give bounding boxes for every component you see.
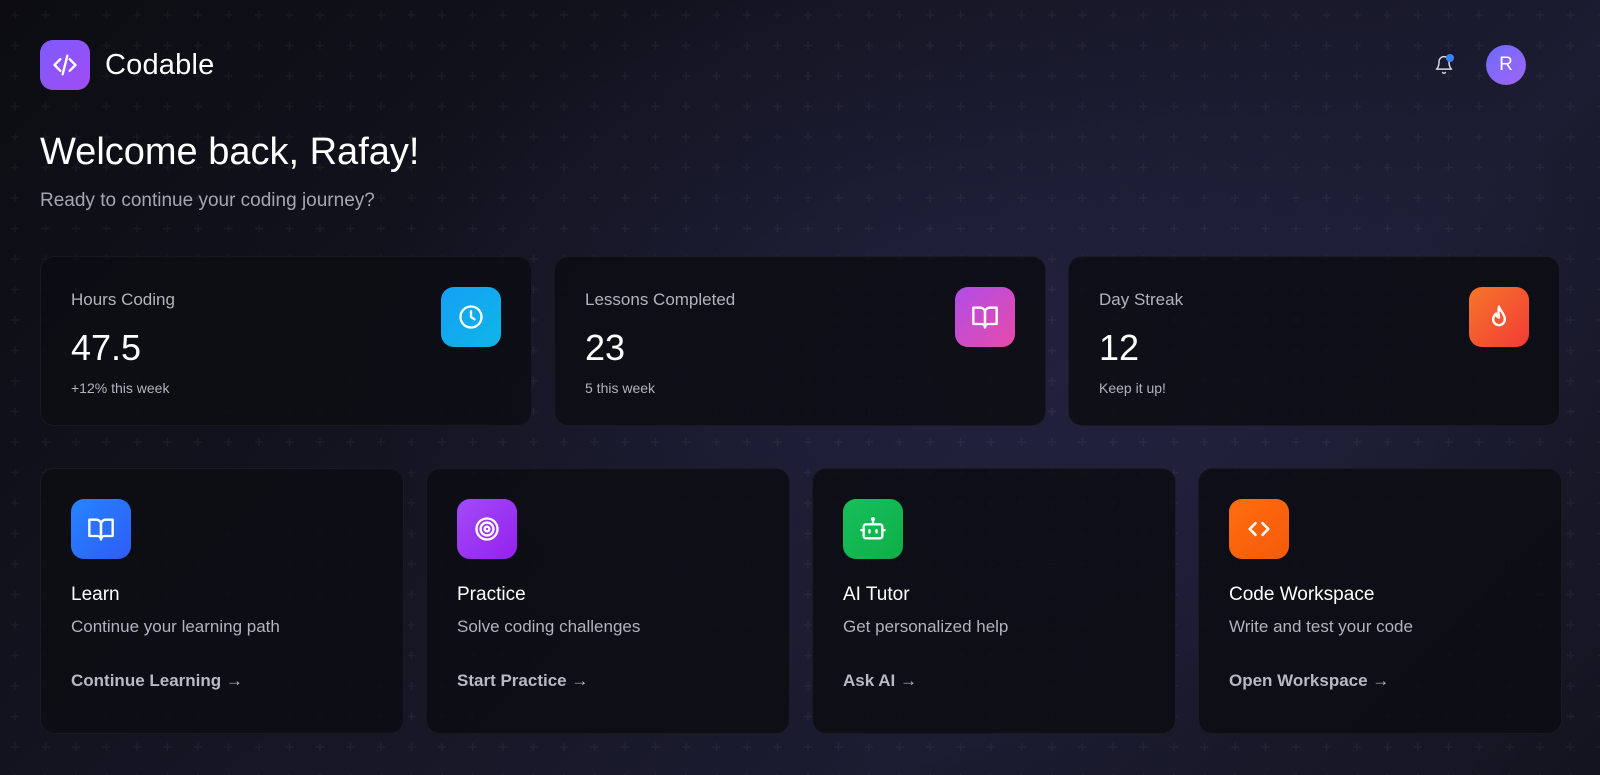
- user-avatar[interactable]: R: [1486, 45, 1526, 85]
- stat-value: 47.5: [71, 327, 142, 368]
- feature-card-ai-tutor[interactable]: AI Tutor Get personalized help Ask AI →: [812, 468, 1176, 734]
- continue-learning-link[interactable]: Continue Learning →: [71, 671, 243, 691]
- feature-title: AI Tutor: [843, 584, 910, 605]
- stat-label: Lessons Completed: [585, 290, 736, 309]
- feature-title: Code Workspace: [1229, 584, 1375, 605]
- feature-description: Solve coding challenges: [457, 617, 641, 636]
- notifications-button[interactable]: [1432, 53, 1456, 77]
- stat-card-hours: Hours Coding 47.5 +12% this week: [40, 256, 532, 426]
- feature-description: Continue your learning path: [71, 617, 280, 636]
- target-icon: [457, 499, 517, 559]
- robot-icon: [843, 499, 903, 559]
- feature-title: Practice: [457, 584, 526, 605]
- stat-label: Hours Coding: [71, 290, 175, 309]
- feature-title: Learn: [71, 584, 120, 605]
- header-actions: R: [1432, 45, 1526, 85]
- start-practice-link[interactable]: Start Practice →: [457, 671, 588, 691]
- feature-card-code-workspace[interactable]: Code Workspace Write and test your code …: [1198, 468, 1562, 734]
- stat-value: 12: [1099, 327, 1140, 368]
- avatar-initial: R: [1499, 54, 1513, 75]
- open-workspace-link[interactable]: Open Workspace →: [1229, 671, 1389, 691]
- feature-card-learn[interactable]: Learn Continue your learning path Contin…: [40, 468, 404, 734]
- stat-card-streak: Day Streak 12 Keep it up!: [1068, 256, 1560, 426]
- brand[interactable]: Codable: [40, 40, 214, 90]
- page-title: Welcome back, Rafay!: [40, 131, 420, 173]
- page-subtitle: Ready to continue your coding journey?: [40, 190, 375, 211]
- stats-row: Hours Coding 47.5 +12% this week Lessons…: [40, 256, 1560, 426]
- feature-card-practice[interactable]: Practice Solve coding challenges Start P…: [426, 468, 790, 734]
- stat-sub: 5 this week: [585, 380, 656, 396]
- notification-dot: [1446, 54, 1454, 62]
- flame-icon: [1469, 287, 1529, 347]
- code-slash-icon: [40, 40, 90, 90]
- features-row: Learn Continue your learning path Contin…: [40, 468, 1562, 734]
- ask-ai-link[interactable]: Ask AI →: [843, 671, 917, 691]
- stat-sub: Keep it up!: [1099, 380, 1166, 396]
- code-icon: [1229, 499, 1289, 559]
- stat-value: 23: [585, 327, 626, 368]
- stat-sub: +12% this week: [71, 380, 170, 396]
- book-icon: [955, 287, 1015, 347]
- stat-label: Day Streak: [1099, 290, 1184, 309]
- clock-icon: [441, 287, 501, 347]
- brand-name: Codable: [105, 48, 215, 81]
- feature-description: Get personalized help: [843, 617, 1009, 636]
- book-icon: [71, 499, 131, 559]
- top-header: Codable R: [40, 40, 1526, 90]
- feature-description: Write and test your code: [1229, 617, 1413, 636]
- stat-card-lessons: Lessons Completed 23 5 this week: [554, 256, 1046, 426]
